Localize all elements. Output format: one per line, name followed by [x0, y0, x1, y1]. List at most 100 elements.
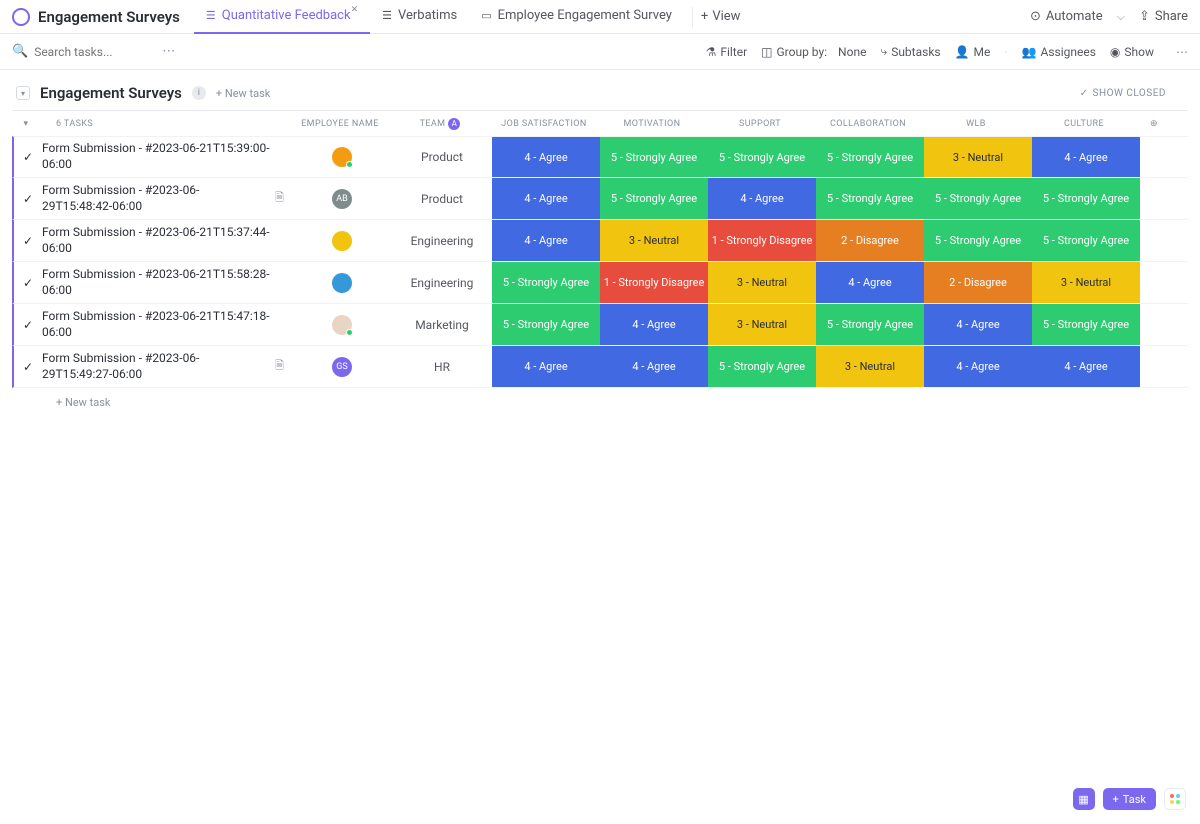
task-name[interactable]: Form Submission - #2023-06-29T15:49:27-0… — [42, 346, 292, 387]
more-options[interactable]: ⋯ — [1176, 45, 1188, 59]
group-by-button[interactable]: ◫Group by: None — [761, 45, 866, 59]
tab-quantitative-feedback[interactable]: Quantitative Feedback ✕ — [194, 0, 370, 34]
more-search-options[interactable]: ⋯ — [162, 44, 175, 59]
add-column-button[interactable]: ⊕ — [1138, 119, 1170, 129]
rating-cell[interactable]: 5 - Strongly Agree — [816, 304, 924, 345]
task-name[interactable]: Form Submission - #2023-06-21T15:37:44-0… — [42, 220, 292, 261]
rating-cell[interactable]: 5 - Strongly Agree — [1032, 220, 1140, 261]
rating-cell[interactable]: 3 - Neutral — [1032, 262, 1140, 303]
rating-cell[interactable]: 4 - Agree — [924, 304, 1032, 345]
team-cell[interactable]: Engineering — [392, 262, 492, 303]
rating-cell[interactable]: 5 - Strongly Agree — [708, 346, 816, 387]
team-cell[interactable]: Engineering — [392, 220, 492, 261]
add-view-button[interactable]: + View — [701, 9, 741, 24]
rating-cell[interactable]: 1 - Strongly Disagree — [600, 262, 708, 303]
rating-cell[interactable]: 3 - Neutral — [924, 137, 1032, 177]
subtasks-button[interactable]: ⤷Subtasks — [880, 44, 940, 59]
employee-cell[interactable]: GS — [292, 346, 392, 387]
task-name[interactable]: Form Submission - #2023-06-21T15:58:28-0… — [42, 262, 292, 303]
rating-cell[interactable]: 3 - Neutral — [708, 304, 816, 345]
table-row[interactable]: ✓Form Submission - #2023-06-21T15:39:00-… — [12, 136, 1188, 178]
col-wlb[interactable]: WLB — [922, 119, 1030, 129]
automate-button[interactable]: ⊙ Automate — [1030, 9, 1103, 24]
employee-cell[interactable] — [292, 137, 392, 177]
rating-cell[interactable]: 5 - Strongly Agree — [492, 262, 600, 303]
rating-cell[interactable]: 5 - Strongly Agree — [708, 137, 816, 177]
rating-cell[interactable]: 3 - Neutral — [816, 346, 924, 387]
rating-cell[interactable]: 4 - Agree — [708, 178, 816, 219]
rating-cell[interactable]: 4 - Agree — [492, 178, 600, 219]
col-job-satisfaction[interactable]: JOB SATISFACTION — [490, 119, 598, 129]
employee-cell[interactable] — [292, 220, 392, 261]
status-check[interactable]: ✓ — [14, 346, 42, 387]
task-name[interactable]: Form Submission - #2023-06-29T15:48:42-0… — [42, 178, 292, 219]
col-support[interactable]: SUPPORT — [706, 119, 814, 129]
rating-cell[interactable]: 4 - Agree — [600, 346, 708, 387]
rating-cell[interactable]: 5 - Strongly Agree — [600, 178, 708, 219]
col-motivation[interactable]: MOTIVATION — [598, 119, 706, 129]
task-name[interactable]: Form Submission - #2023-06-21T15:39:00-0… — [42, 137, 292, 177]
share-button[interactable]: ⇪ Share — [1139, 9, 1188, 24]
rating-cell[interactable]: 2 - Disagree — [816, 220, 924, 261]
table-row[interactable]: ✓Form Submission - #2023-06-29T15:49:27-… — [12, 346, 1188, 388]
task-name[interactable]: Form Submission - #2023-06-21T15:47:18-0… — [42, 304, 292, 345]
filter-button[interactable]: ⚗Filter — [706, 45, 748, 59]
status-check[interactable]: ✓ — [14, 178, 42, 219]
rating-cell[interactable]: 4 - Agree — [492, 346, 600, 387]
rating-cell[interactable]: 1 - Strongly Disagree — [708, 220, 816, 261]
rating-cell[interactable]: 4 - Agree — [1032, 346, 1140, 387]
table-row[interactable]: ✓Form Submission - #2023-06-21T15:47:18-… — [12, 304, 1188, 346]
close-icon[interactable]: ✕ — [351, 5, 359, 15]
status-check[interactable]: ✓ — [14, 220, 42, 261]
show-closed-toggle[interactable]: ✓SHOW CLOSED — [1080, 88, 1184, 99]
notepad-button[interactable]: ▦ — [1073, 788, 1095, 810]
new-task-inline[interactable]: + New task — [216, 87, 270, 100]
expand-col-header[interactable]: ▾ — [12, 119, 40, 129]
col-team[interactable]: TEAMA — [390, 118, 490, 130]
me-button[interactable]: 👤Me — [955, 45, 991, 59]
add-task-row[interactable]: + New task — [12, 388, 1188, 409]
rating-cell[interactable]: 2 - Disagree — [924, 262, 1032, 303]
search-input[interactable] — [34, 45, 154, 59]
status-check[interactable]: ✓ — [14, 304, 42, 345]
rating-cell[interactable]: 5 - Strongly Agree — [924, 178, 1032, 219]
status-check[interactable]: ✓ — [14, 262, 42, 303]
rating-cell[interactable]: 3 - Neutral — [600, 220, 708, 261]
team-cell[interactable]: Marketing — [392, 304, 492, 345]
rating-cell[interactable]: 4 - Agree — [924, 346, 1032, 387]
automate-dropdown[interactable] — [1117, 9, 1125, 24]
table-row[interactable]: ✓Form Submission - #2023-06-21T15:37:44-… — [12, 220, 1188, 262]
team-cell[interactable]: Product — [392, 137, 492, 177]
apps-button[interactable] — [1164, 788, 1186, 810]
employee-cell[interactable] — [292, 262, 392, 303]
quick-task-button[interactable]: +Task — [1103, 788, 1156, 810]
show-button[interactable]: ◉Show — [1110, 45, 1154, 59]
rating-cell[interactable]: 5 - Strongly Agree — [492, 304, 600, 345]
collapse-toggle[interactable]: ▾ — [16, 86, 30, 100]
team-cell[interactable]: HR — [392, 346, 492, 387]
tab-employee-engagement-survey[interactable]: Employee Engagement Survey — [469, 0, 684, 34]
employee-cell[interactable] — [292, 304, 392, 345]
team-cell[interactable]: Product — [392, 178, 492, 219]
col-culture[interactable]: CULTURE — [1030, 119, 1138, 129]
assignees-button[interactable]: 👥Assignees — [1022, 45, 1096, 59]
status-check[interactable]: ✓ — [14, 137, 42, 177]
col-collaboration[interactable]: COLLABORATION — [814, 119, 922, 129]
rating-cell[interactable]: 5 - Strongly Agree — [1032, 178, 1140, 219]
rating-cell[interactable]: 4 - Agree — [816, 262, 924, 303]
rating-cell[interactable]: 4 - Agree — [1032, 137, 1140, 177]
col-employee-name[interactable]: EMPLOYEE NAME — [290, 119, 390, 129]
info-icon[interactable]: i — [192, 86, 206, 100]
rating-cell[interactable]: 5 - Strongly Agree — [924, 220, 1032, 261]
tab-verbatims[interactable]: Verbatims — [370, 0, 469, 34]
table-row[interactable]: ✓Form Submission - #2023-06-29T15:48:42-… — [12, 178, 1188, 220]
rating-cell[interactable]: 4 - Agree — [492, 137, 600, 177]
rating-cell[interactable]: 5 - Strongly Agree — [600, 137, 708, 177]
rating-cell[interactable]: 5 - Strongly Agree — [816, 178, 924, 219]
rating-cell[interactable]: 5 - Strongly Agree — [1032, 304, 1140, 345]
table-row[interactable]: ✓Form Submission - #2023-06-21T15:58:28-… — [12, 262, 1188, 304]
employee-cell[interactable]: AB — [292, 178, 392, 219]
rating-cell[interactable]: 4 - Agree — [492, 220, 600, 261]
rating-cell[interactable]: 4 - Agree — [600, 304, 708, 345]
rating-cell[interactable]: 3 - Neutral — [708, 262, 816, 303]
